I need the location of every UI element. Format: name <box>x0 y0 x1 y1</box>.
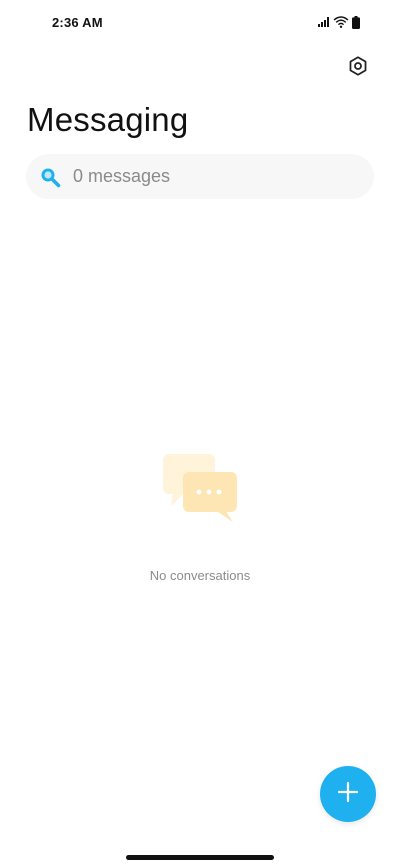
status-time: 2:36 AM <box>52 15 103 30</box>
status-icons <box>318 15 360 29</box>
search-bar[interactable]: 0 messages <box>26 154 374 199</box>
home-indicator[interactable] <box>126 855 274 860</box>
plus-icon <box>336 780 360 809</box>
settings-button[interactable] <box>343 53 373 83</box>
empty-state-text: No conversations <box>149 568 251 583</box>
page-title: Messaging <box>27 101 189 138</box>
chat-bubbles-icon <box>161 452 239 524</box>
signal-icon <box>318 17 330 27</box>
battery-icon <box>352 15 360 29</box>
new-conversation-button[interactable] <box>320 766 376 822</box>
gear-icon <box>347 55 369 82</box>
status-bar: 2:36 AM <box>0 0 400 44</box>
wifi-icon <box>333 16 349 28</box>
search-icon <box>38 165 62 189</box>
search-input[interactable]: 0 messages <box>73 166 170 187</box>
messaging-screen: 2:36 AM Messaging 0 messages No conversa… <box>0 0 400 866</box>
